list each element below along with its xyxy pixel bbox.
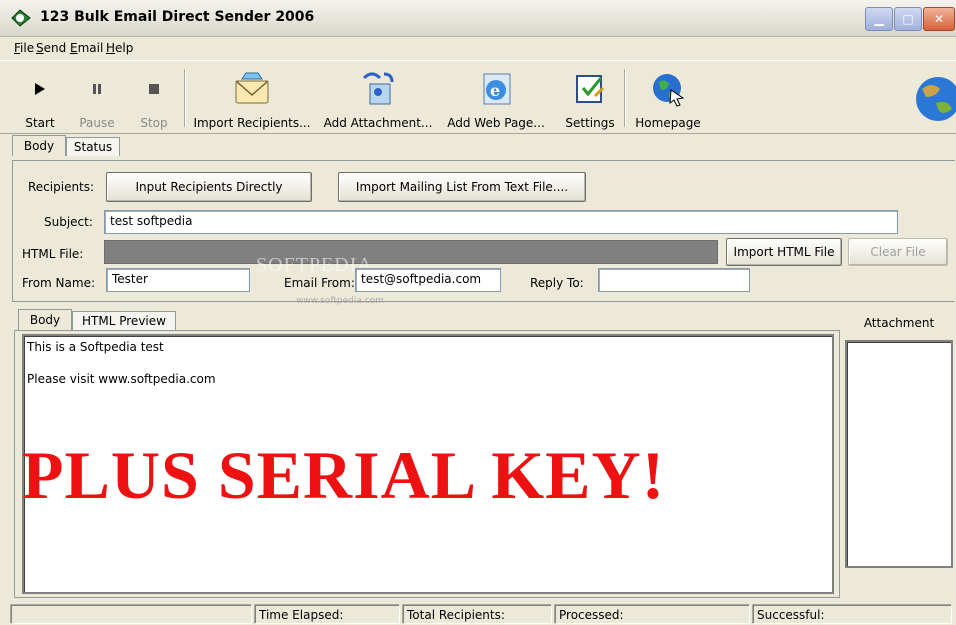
stop-icon bbox=[134, 69, 174, 109]
tab-body[interactable]: Body bbox=[12, 135, 66, 156]
status-time-elapsed: Time Elapsed: bbox=[254, 604, 400, 624]
menu-help[interactable]: Help bbox=[106, 41, 133, 55]
minimize-button[interactable]: ▁ bbox=[865, 7, 893, 31]
tab-status[interactable]: Status bbox=[66, 137, 120, 156]
homepage-globe-icon bbox=[644, 69, 692, 109]
subject-input[interactable]: test softpedia bbox=[104, 210, 898, 234]
maximize-button[interactable]: □ bbox=[894, 7, 922, 31]
html-file-field bbox=[104, 240, 718, 264]
ie-globe-icon: e bbox=[472, 69, 520, 109]
menu-file[interactable]: File bbox=[14, 41, 34, 55]
play-icon bbox=[22, 69, 58, 109]
toolbar-separator bbox=[184, 69, 186, 127]
envelope-icon bbox=[228, 69, 276, 109]
pause-icon bbox=[77, 69, 117, 109]
body-line: Please visit www.softpedia.com bbox=[27, 372, 216, 386]
status-bar: Time Elapsed: Total Recipients: Processe… bbox=[0, 600, 956, 625]
close-icon: ✕ bbox=[933, 12, 945, 26]
status-cell-main bbox=[10, 604, 252, 624]
stop-button[interactable]: Stop bbox=[134, 61, 174, 133]
tab-editor-body[interactable]: Body bbox=[18, 309, 72, 330]
reply-to-input[interactable] bbox=[598, 268, 750, 292]
subject-label: Subject: bbox=[44, 215, 93, 229]
add-web-page-button[interactable]: e Add Web Page... bbox=[444, 61, 548, 133]
attachment-list[interactable] bbox=[845, 340, 953, 568]
menu-send[interactable]: Send bbox=[36, 41, 66, 55]
settings-check-icon bbox=[566, 69, 614, 109]
maximize-icon: □ bbox=[902, 12, 914, 26]
input-recipients-button[interactable]: Input Recipients Directly bbox=[106, 172, 312, 202]
homepage-button[interactable]: Homepage bbox=[628, 61, 708, 133]
toolbar-separator bbox=[624, 69, 626, 127]
menu-bar: File Send Email Help bbox=[0, 37, 956, 59]
title-bar: 123 Bulk Email Direct Sender 2006 ▁ □ ✕ bbox=[0, 0, 956, 37]
watermark-url: www.softpedia.com bbox=[296, 296, 384, 306]
settings-button[interactable]: Settings bbox=[560, 61, 620, 133]
email-from-input[interactable]: test@softpedia.com bbox=[355, 268, 501, 292]
menu-email[interactable]: Email bbox=[70, 41, 103, 55]
overlay-banner: PLUS SERIAL KEY! bbox=[22, 437, 666, 513]
attachment-icon bbox=[354, 69, 402, 109]
status-total-recipients: Total Recipients: bbox=[402, 604, 552, 624]
toolbar: Start Pause Stop Import Recipients... Ad… bbox=[0, 60, 956, 134]
clear-file-button[interactable]: Clear File bbox=[848, 238, 948, 266]
import-html-file-button[interactable]: Import HTML File bbox=[726, 238, 842, 266]
import-recipients-button[interactable]: Import Recipients... bbox=[192, 61, 312, 133]
status-processed: Processed: bbox=[554, 604, 750, 624]
close-button[interactable]: ✕ bbox=[923, 7, 955, 31]
window-title: 123 Bulk Email Direct Sender 2006 bbox=[40, 9, 315, 25]
html-file-label: HTML File: bbox=[22, 247, 84, 261]
attachment-header: Attachment bbox=[863, 316, 935, 330]
minimize-icon: ▁ bbox=[874, 12, 884, 26]
body-line: This is a Softpedia test bbox=[27, 340, 164, 354]
from-name-input[interactable]: Tester bbox=[106, 268, 250, 292]
import-mailing-list-button[interactable]: Import Mailing List From Text File.... bbox=[338, 172, 586, 202]
email-from-label: Email From: bbox=[284, 276, 355, 290]
pause-button[interactable]: Pause bbox=[77, 61, 117, 133]
status-successful: Successful: bbox=[752, 604, 952, 624]
reply-to-label: Reply To: bbox=[530, 276, 584, 290]
svg-text:e: e bbox=[490, 81, 500, 100]
app-icon bbox=[10, 8, 32, 28]
add-attachment-button[interactable]: Add Attachment... bbox=[322, 61, 434, 133]
recipients-label: Recipients: bbox=[28, 180, 95, 194]
earth-globe-icon bbox=[912, 75, 956, 123]
tab-html-preview[interactable]: HTML Preview bbox=[72, 311, 176, 330]
from-name-label: From Name: bbox=[22, 276, 95, 290]
start-button[interactable]: Start bbox=[22, 61, 58, 133]
